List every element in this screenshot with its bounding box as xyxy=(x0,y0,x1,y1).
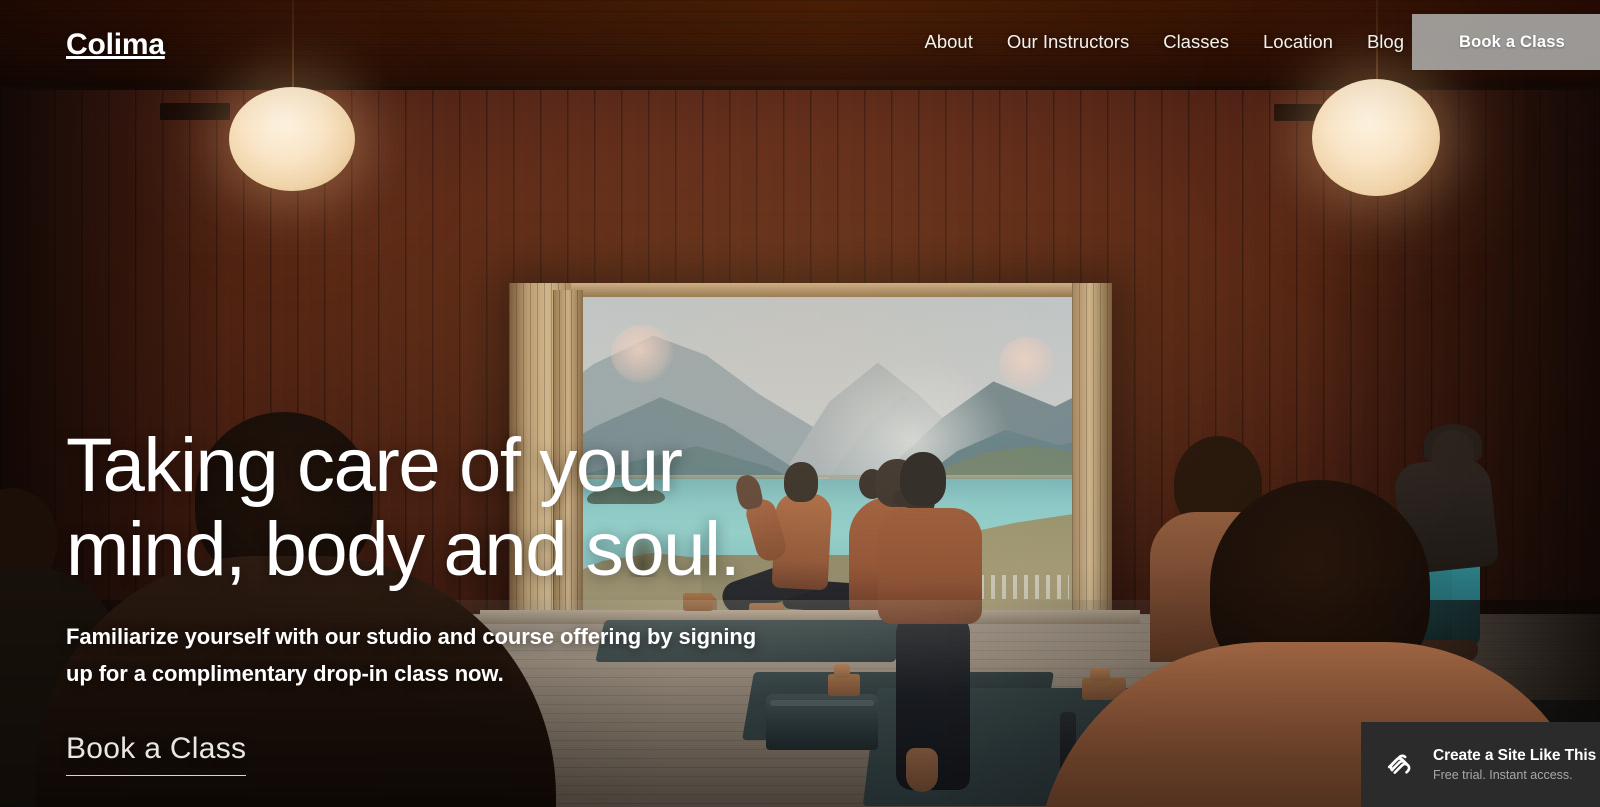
create-a-site-badge[interactable]: Create a Site Like This Free trial. Inst… xyxy=(1361,722,1600,807)
hero-heading: Taking care of your mind, body and soul. xyxy=(66,424,826,592)
hero-heading-line-1: Taking care of your xyxy=(66,423,683,508)
badge-subtitle: Free trial. Instant access. xyxy=(1433,768,1573,782)
instructor-head xyxy=(1432,430,1474,476)
nav-item-about[interactable]: About xyxy=(925,31,973,53)
primary-navigation: About Our Instructors Classes Location B… xyxy=(925,31,1405,53)
squarespace-logo-icon xyxy=(1383,748,1417,782)
pendant-lamp-left xyxy=(229,87,355,191)
page-root: Colima About Our Instructors Classes Loc… xyxy=(0,0,1600,807)
nav-item-location[interactable]: Location xyxy=(1263,31,1333,53)
site-logo[interactable]: Colima xyxy=(66,28,165,62)
nav-item-classes[interactable]: Classes xyxy=(1163,31,1229,53)
hero-heading-line-2: mind, body and soul. xyxy=(66,507,741,592)
nav-item-our-instructors[interactable]: Our Instructors xyxy=(1007,31,1129,53)
badge-text: Create a Site Like This Free trial. Inst… xyxy=(1433,747,1596,782)
nav-item-blog[interactable]: Blog xyxy=(1367,31,1404,53)
book-a-class-button[interactable]: Book a Class xyxy=(1412,14,1600,70)
standing-student-head xyxy=(900,452,946,506)
badge-title: Create a Site Like This xyxy=(1433,747,1597,764)
pendant-lamp-right xyxy=(1312,79,1440,196)
site-header: Colima About Our Instructors Classes Loc… xyxy=(0,0,1600,84)
hero-paragraph: Familiarize yourself with our studio and… xyxy=(66,624,757,686)
hero-content: Taking care of your mind, body and soul.… xyxy=(66,424,826,776)
hero-book-a-class-link[interactable]: Book a Class xyxy=(66,732,247,776)
